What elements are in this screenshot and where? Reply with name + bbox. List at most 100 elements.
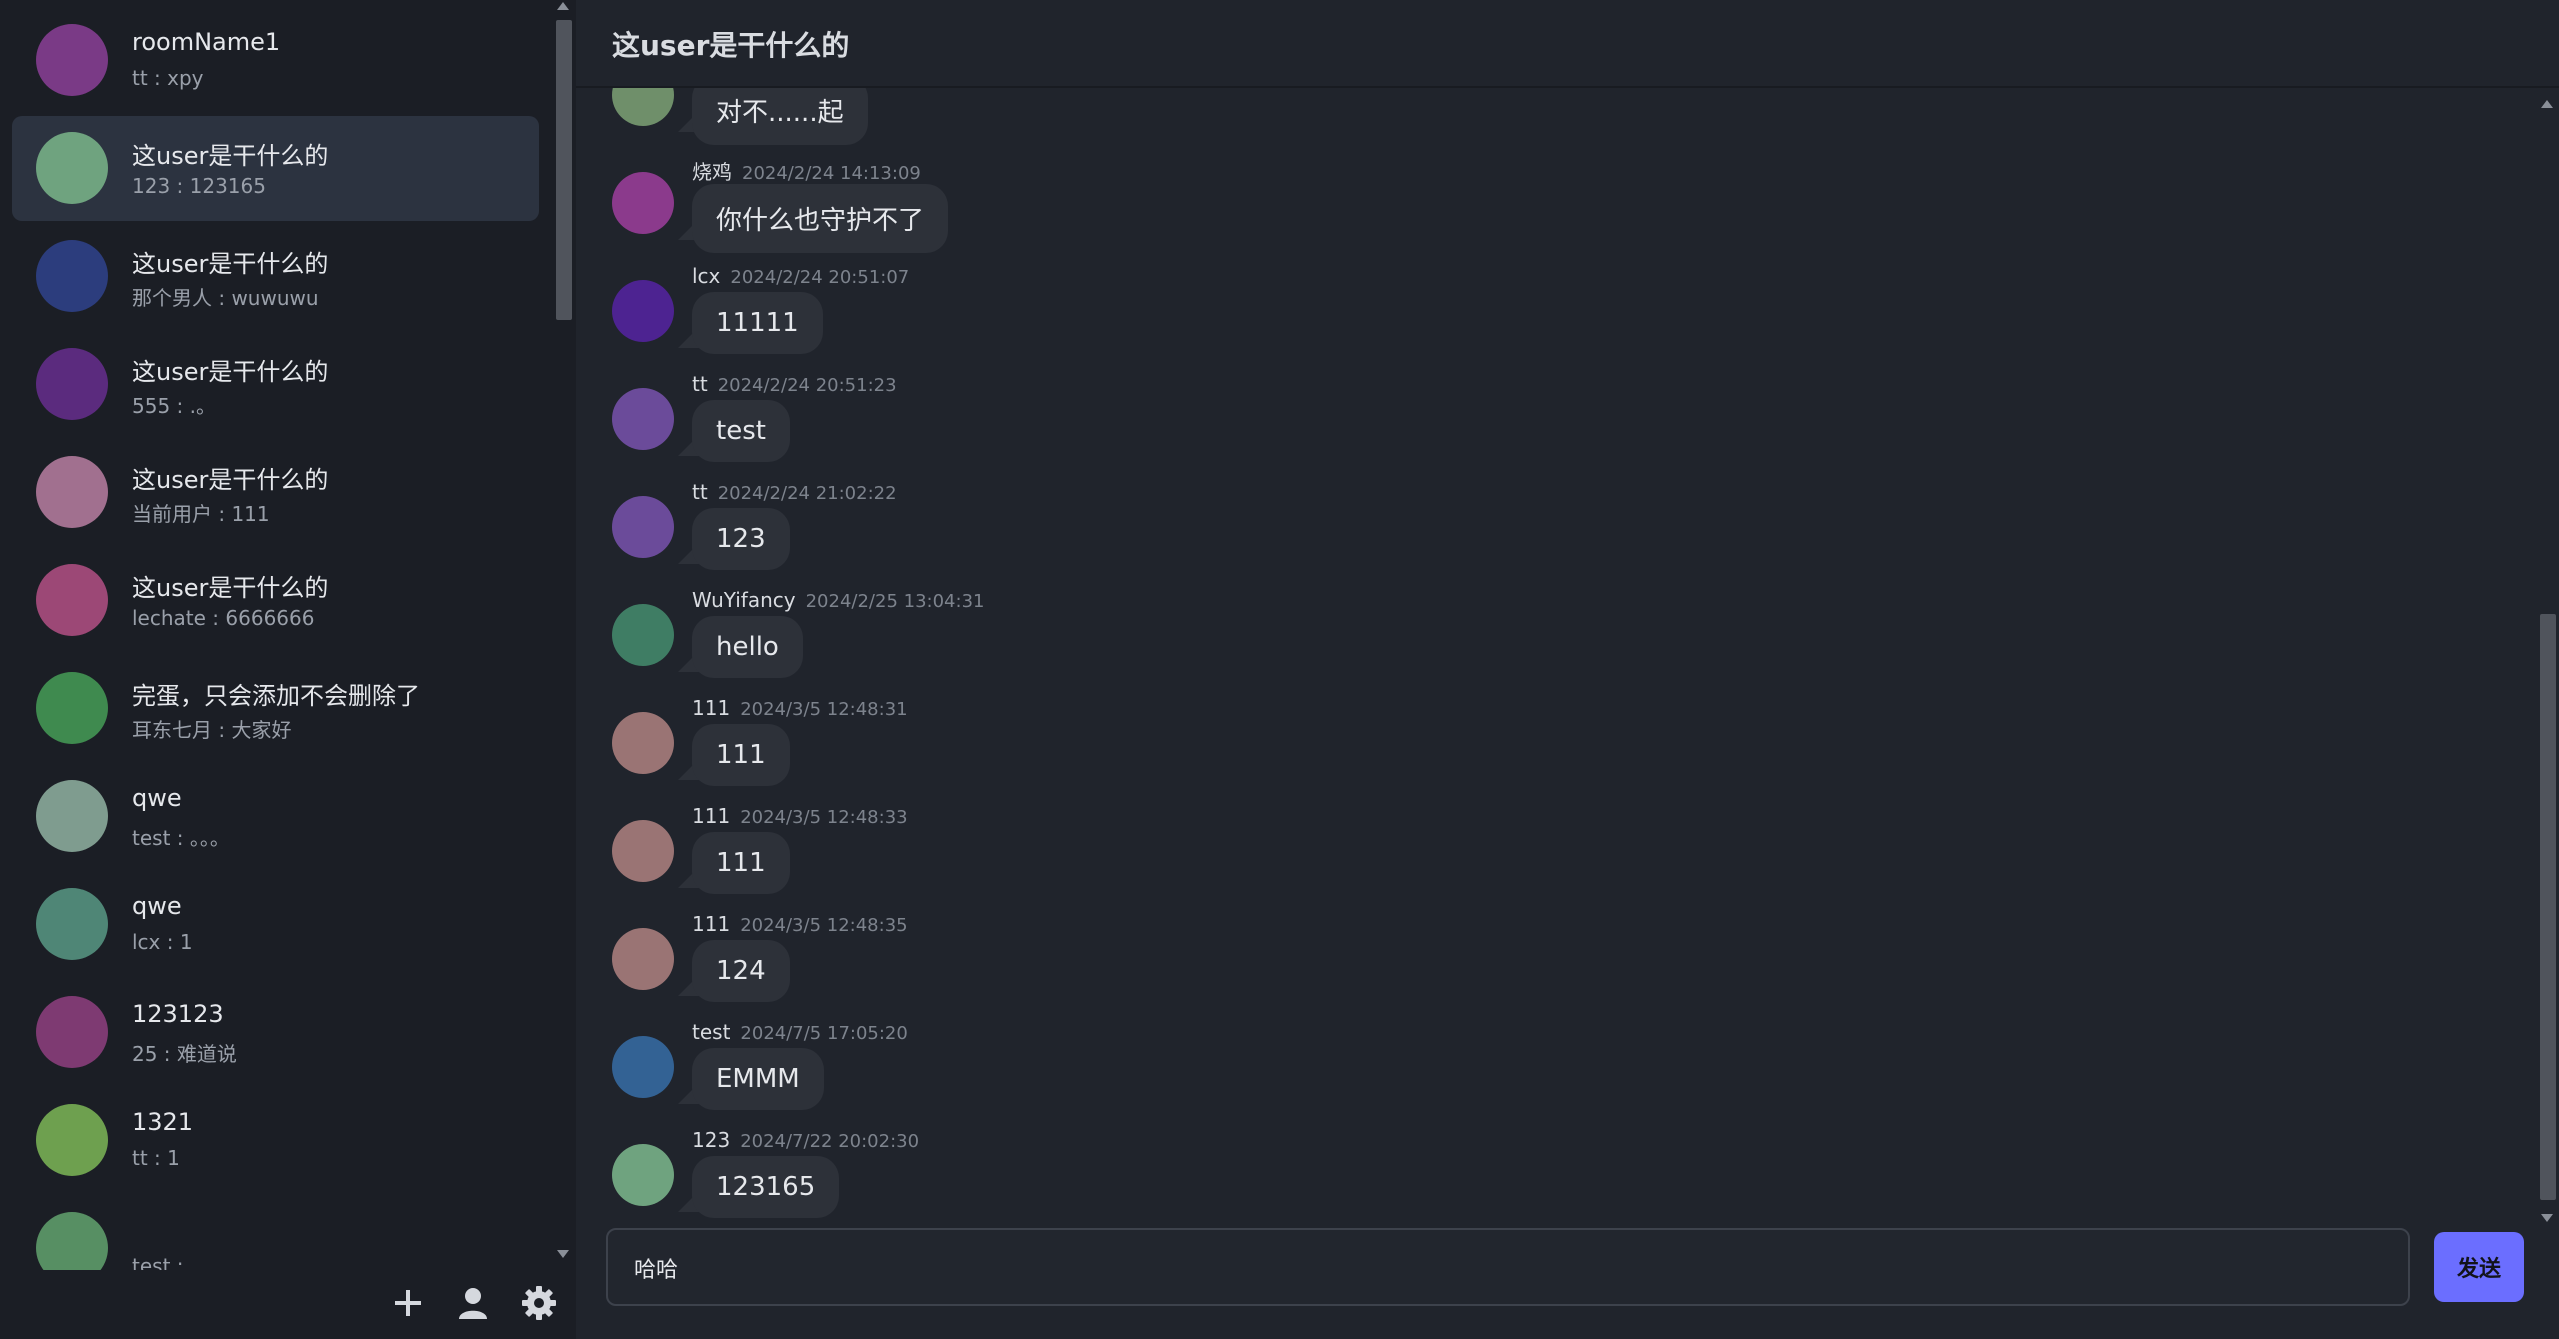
room-last-message: 那个男人 : wuwuwu: [132, 286, 319, 310]
message-meta: 烧鸡 2024/2/24 14:13:09: [692, 156, 921, 185]
room-last-message: 123 : 123165: [132, 174, 266, 198]
message-meta: tt 2024/2/24 20:51:23: [692, 372, 897, 396]
message-bubble: hello: [692, 616, 803, 678]
room-item[interactable]: 这user是干什么的 123 : 123165: [12, 116, 539, 221]
room-item[interactable]: qwe lcx : 1: [12, 872, 539, 977]
scroll-up-arrow-icon[interactable]: [557, 2, 569, 10]
room-item[interactable]: 这user是干什么的那个男人 : wuwuwu: [12, 224, 539, 329]
room-item[interactable]: 1321 tt : 1: [12, 1088, 539, 1193]
room-item[interactable]: 这user是干什么的 lechate : 6666666: [12, 548, 539, 653]
sender-name: 111: [692, 804, 731, 828]
sidebar-toolbar: [0, 1270, 576, 1339]
sender-avatar[interactable]: [612, 280, 674, 342]
sender-avatar[interactable]: [612, 172, 674, 234]
profile-button[interactable]: [452, 1282, 494, 1324]
scroll-down-arrow-icon[interactable]: [557, 1250, 569, 1258]
room-item[interactable]: test :: [12, 1196, 539, 1270]
room-last-message: tt : xpy: [132, 66, 204, 90]
sender-avatar[interactable]: [612, 496, 674, 558]
settings-button[interactable]: [518, 1282, 560, 1324]
room-last-message: test : 。。。: [132, 826, 230, 850]
message-time: 2024/7/22 20:02:30: [740, 1131, 920, 1152]
chat-header: 这user是干什么的: [576, 0, 2559, 88]
message-meta: WuYifancy 2024/2/25 13:04:31: [692, 588, 984, 612]
sender-avatar[interactable]: [612, 820, 674, 882]
sender-avatar[interactable]: [612, 712, 674, 774]
message-item: 对不......起: [612, 88, 1612, 148]
sender-avatar[interactable]: [612, 1036, 674, 1098]
message-time: 2024/2/25 13:04:31: [805, 591, 985, 612]
message-item: test 2024/7/5 17:05:20 EMMM: [612, 1020, 1612, 1120]
sender-name: lcx: [692, 264, 721, 288]
sender-name: tt: [692, 480, 708, 504]
room-name: 这user是干什么的: [132, 250, 329, 278]
sender-avatar[interactable]: [612, 1144, 674, 1206]
message-list: 对不......起 烧鸡 2024/2/24 14:13:09 你什么也守护不了 lcx…: [576, 88, 2536, 1218]
room-avatar: [36, 672, 108, 744]
room-avatar: [36, 240, 108, 312]
room-last-message: lcx : 1: [132, 930, 193, 954]
plus-icon: [395, 1290, 421, 1316]
gear-icon: [522, 1286, 556, 1320]
scroll-up-arrow-icon[interactable]: [2541, 100, 2553, 108]
room-item[interactable]: 123123 25 : 难道说: [12, 980, 539, 1085]
send-button[interactable]: 发送: [2434, 1232, 2524, 1302]
room-item[interactable]: 这user是干什么的 555 : .。: [12, 332, 539, 437]
sender-name: 111: [692, 696, 731, 720]
sender-avatar[interactable]: [612, 88, 674, 126]
message-item: tt 2024/2/24 20:51:23 test: [612, 372, 1612, 472]
room-last-message: tt : 1: [132, 1146, 180, 1170]
message-bubble: 124: [692, 940, 790, 1002]
message-bubble: 111: [692, 724, 790, 786]
message-item: 111 2024/3/5 12:48:31 111: [612, 696, 1612, 796]
message-meta: 111 2024/3/5 12:48:33: [692, 804, 908, 828]
room-list: roomName1 tt : xpy 这user是干什么的 123 : 123165 这…: [0, 0, 550, 1270]
sidebar: roomName1 tt : xpy 这user是干什么的 123 : 123165 这…: [0, 0, 576, 1339]
user-icon: [459, 1288, 487, 1319]
message-bubble: 11111: [692, 292, 823, 354]
message-time: 2024/2/24 14:13:09: [742, 163, 921, 184]
room-avatar: [36, 1212, 108, 1270]
room-name: qwe: [132, 784, 182, 812]
chat-scrollbar[interactable]: [2537, 86, 2557, 1226]
message-bubble: 对不......起: [692, 88, 868, 145]
room-avatar: [36, 24, 108, 96]
message-bubble: 123: [692, 508, 790, 570]
room-name: 123123: [132, 1000, 224, 1028]
message-item: lcx 2024/2/24 20:51:07 11111: [612, 264, 1612, 364]
room-item[interactable]: 完蛋，只会添加不会删除了 耳东七月 : 大家好: [12, 656, 539, 761]
room-name: 这user是干什么的: [132, 574, 329, 602]
room-last-message: 555 : .。: [132, 394, 216, 418]
sender-name: WuYifancy: [692, 588, 796, 612]
sidebar-scrollbar[interactable]: [554, 0, 572, 1270]
message-meta: 111 2024/3/5 12:48:31: [692, 696, 908, 720]
room-name: qwe: [132, 892, 182, 920]
message-meta: 111 2024/3/5 12:48:35: [692, 912, 908, 936]
room-avatar: [36, 888, 108, 960]
message-time: 2024/2/24 21:02:22: [717, 483, 897, 504]
sender-avatar[interactable]: [612, 604, 674, 666]
room-item[interactable]: qwe test : 。。。: [12, 764, 539, 869]
sender-avatar[interactable]: [612, 928, 674, 990]
message-bubble: 111: [692, 832, 790, 894]
chat-panel: 这user是干什么的 对不......起烧鸡 2024/2/24 14:13:09…: [576, 0, 2559, 1339]
add-room-button[interactable]: [387, 1282, 429, 1324]
message-item: 123 2024/7/22 20:02:30 123165: [612, 1128, 1612, 1218]
room-item[interactable]: 这user是干什么的 当前用户 : 111: [12, 440, 539, 545]
message-item: 111 2024/3/5 12:48:33 111: [612, 804, 1612, 904]
sender-avatar[interactable]: [612, 388, 674, 450]
scroll-down-arrow-icon[interactable]: [2541, 1214, 2553, 1222]
message-time: 2024/3/5 12:48:35: [740, 915, 908, 936]
room-last-message: 25 : 难道说: [132, 1042, 237, 1066]
message-item: 111 2024/3/5 12:48:35 124: [612, 912, 1612, 1012]
message-composer: [606, 1228, 2410, 1306]
chat-scroll-thumb[interactable]: [2540, 614, 2556, 1200]
sender-name: 烧鸡: [692, 160, 732, 184]
room-item[interactable]: roomName1 tt : xpy: [12, 8, 539, 113]
message-item: tt 2024/2/24 21:02:22 123: [612, 480, 1612, 580]
sidebar-scroll-thumb[interactable]: [556, 20, 572, 320]
message-time: 2024/3/5 12:48:33: [740, 807, 908, 828]
room-name: 这user是干什么的: [132, 466, 329, 494]
message-input[interactable]: [632, 1248, 2376, 1288]
room-name: 这user是干什么的: [132, 142, 329, 170]
